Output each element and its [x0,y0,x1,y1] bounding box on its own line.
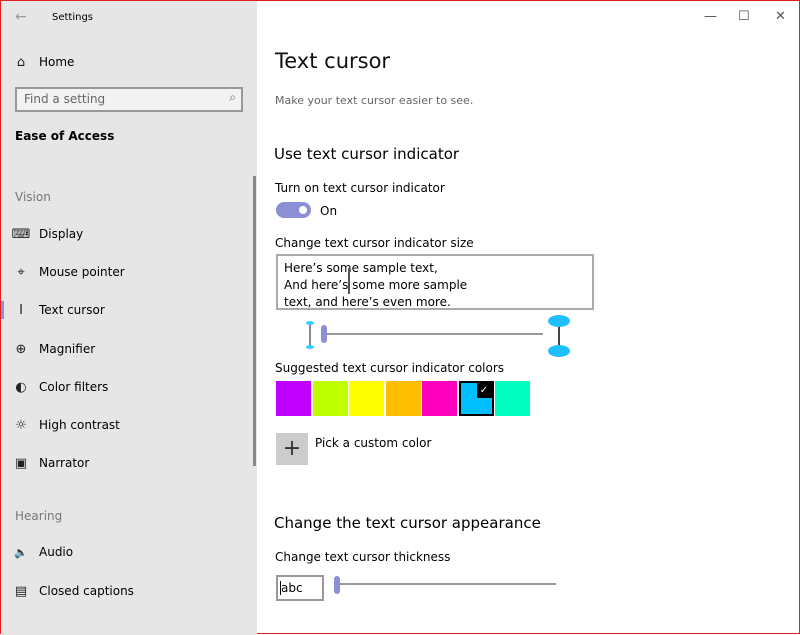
label: Audio [39,545,74,559]
display-icon: ⌨ [11,226,31,242]
toggle-state: On [320,204,338,218]
toggle-knob [299,206,307,214]
page-title: Text cursor [275,49,391,73]
sidebar-item-magnifier[interactable]: ⊕ Magnifier [1,331,251,367]
toggle-label: Turn on text cursor indicator [275,181,445,195]
sidebar: ← Settings ⌂ Home Find a setting ⌕ Ease … [1,1,257,635]
sidebar-item-high-contrast[interactable]: ☼ High contrast [1,407,251,443]
label: Narrator [39,456,90,470]
label: Color filters [39,380,109,394]
section-heading-indicator: Use text cursor indicator [274,145,460,163]
custom-color-button[interactable]: + [276,433,308,465]
group-vision: Vision [15,190,51,204]
label: Mouse pointer [39,265,125,279]
closed-captions-icon: ▤ [14,583,28,599]
sidebar-item-home[interactable]: ⌂ Home [1,44,251,80]
group-hearing: Hearing [15,509,63,523]
color-swatch[interactable] [276,381,311,416]
selection-indicator [1,301,4,319]
sample-text-box: Here’s some sample text, And here’s some… [276,254,594,310]
check-icon: ✓ [476,383,492,398]
label: Closed captions [39,584,134,598]
mouse-pointer-icon: ⌖ [17,264,25,280]
text-cursor-icon: I [19,302,23,318]
thickness-preview-text: abc [280,581,303,595]
high-contrast-icon: ☼ [15,417,27,433]
color-swatch[interactable] [422,381,457,416]
sidebar-item-display[interactable]: ⌨ Display [1,216,251,252]
home-icon: ⌂ [16,54,26,70]
color-filters-icon: ◐ [15,379,27,395]
label: High contrast [39,418,120,432]
sidebar-item-color-filters[interactable]: ◐ Color filters [1,369,251,405]
size-slider-thumb[interactable] [321,325,327,343]
thickness-label: Change text cursor thickness [275,550,451,564]
thickness-preview: abc [276,575,324,601]
main-content: Text cursor Make your text cursor easier… [257,1,799,633]
thickness-slider[interactable] [334,583,556,585]
size-slider[interactable] [321,333,543,335]
window-title: Settings [52,12,94,23]
section-heading: Ease of Access [15,129,115,143]
color-swatch[interactable] [312,381,348,416]
narrator-icon: ▣ [14,455,28,471]
color-swatch[interactable]: ✓ [458,381,494,416]
sidebar-scrollbar[interactable] [253,176,256,466]
search-input[interactable]: Find a setting ⌕ [15,87,243,112]
label: Text cursor [39,303,105,317]
size-label: Change text cursor indicator size [275,236,474,250]
large-size-icon [548,315,570,357]
sidebar-item-mouse-pointer[interactable]: ⌖ Mouse pointer [1,254,251,290]
sidebar-item-audio[interactable]: 🔈 Audio [1,534,251,570]
magnifier-icon: ⊕ [15,341,27,357]
sidebar-item-text-cursor[interactable]: I Text cursor [1,292,251,328]
color-swatch[interactable] [495,381,530,416]
search-icon: ⌕ [229,90,236,104]
search-placeholder: Find a setting [24,92,106,106]
color-swatch[interactable] [349,381,384,416]
sample-line: text, and here’s even more. [284,295,451,309]
cursor-indicator-preview [348,268,350,294]
small-size-icon [306,321,314,349]
section-heading-appearance: Change the text cursor appearance [274,514,541,532]
home-label: Home [39,55,75,69]
back-button[interactable]: ← [15,9,27,25]
color-swatch[interactable] [385,381,421,416]
label: Display [39,227,84,241]
plus-icon: + [282,436,302,461]
sample-line: And here’s some more sample [284,278,468,292]
label: Magnifier [39,342,96,356]
sidebar-item-narrator[interactable]: ▣ Narrator [1,445,251,481]
sample-line: Here’s some sample text, [284,261,438,275]
colors-label: Suggested text cursor indicator colors [275,361,505,375]
thickness-slider-thumb[interactable] [334,576,340,594]
audio-icon: 🔈 [14,545,28,559]
custom-color-label[interactable]: Pick a custom color [315,436,431,450]
indicator-toggle[interactable] [276,202,311,218]
page-subtitle: Make your text cursor easier to see. [275,94,474,107]
sidebar-item-closed-captions[interactable]: ▤ Closed captions [1,573,251,609]
